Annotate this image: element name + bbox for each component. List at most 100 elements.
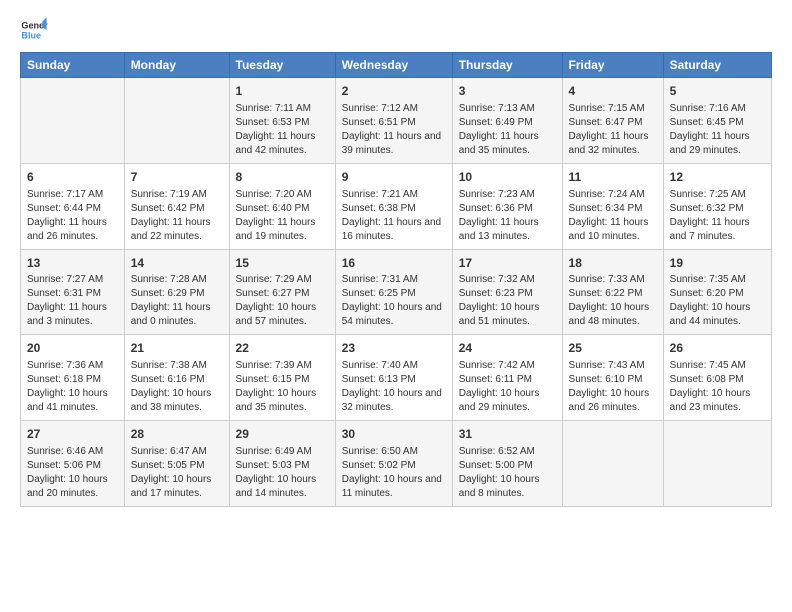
cell-content: Sunrise: 6:46 AM Sunset: 5:06 PM Dayligh… [27, 445, 118, 501]
day-number: 15 [236, 255, 329, 272]
day-number: 18 [569, 255, 657, 272]
calendar-cell: 18Sunrise: 7:33 AM Sunset: 6:22 PM Dayli… [562, 249, 663, 335]
calendar-cell: 28 Sunrise: 6:47 AM Sunset: 5:05 PM Dayli… [124, 421, 229, 507]
day-number: 16 [342, 255, 446, 272]
day-number: 6 [27, 169, 118, 186]
calendar-cell: 2 Sunrise: 7:12 AM Sunset: 6:51 PM Daylig… [335, 78, 452, 164]
day-header-friday: Friday [562, 53, 663, 78]
day-header-tuesday: Tuesday [229, 53, 335, 78]
calendar-cell: 6 Sunrise: 7:17 AM Sunset: 6:44 PM Daylig… [21, 163, 125, 249]
cell-content: Sunrise: 7:21 AM Sunset: 6:38 PM Dayligh… [342, 188, 446, 244]
day-number: 10 [459, 169, 556, 186]
cell-content: Sunrise: 7:39 AM Sunset: 6:15 PM Dayligh… [236, 359, 329, 415]
day-number: 25 [569, 340, 657, 357]
day-number: 5 [670, 83, 765, 100]
day-header-sunday: Sunday [21, 53, 125, 78]
calendar-cell: 19Sunrise: 7:35 AM Sunset: 6:20 PM Dayli… [663, 249, 771, 335]
cell-content: Sunrise: 7:38 AM Sunset: 6:16 PM Dayligh… [131, 359, 223, 415]
day-number: 13 [27, 255, 118, 272]
cell-content: Sunrise: 7:27 AM Sunset: 6:31 PM Dayligh… [27, 273, 118, 329]
logo: General Blue [20, 16, 50, 44]
calendar-cell: 30 Sunrise: 6:50 AM Sunset: 5:02 PM Dayli… [335, 421, 452, 507]
cell-content: Sunrise: 7:42 AM Sunset: 6:11 PM Dayligh… [459, 359, 556, 415]
calendar-table: SundayMondayTuesdayWednesdayThursdayFrid… [20, 52, 772, 507]
cell-content: Sunrise: 7:12 AM Sunset: 6:51 PM Dayligh… [342, 102, 446, 158]
cell-content: Sunrise: 6:52 AM Sunset: 5:00 PM Dayligh… [459, 445, 556, 501]
calendar-cell: 23Sunrise: 7:40 AM Sunset: 6:13 PM Dayli… [335, 335, 452, 421]
calendar-cell: 12 Sunrise: 7:25 AM Sunset: 6:32 PM Dayli… [663, 163, 771, 249]
day-number: 27 [27, 426, 118, 443]
calendar-cell: 4 Sunrise: 7:15 AM Sunset: 6:47 PM Daylig… [562, 78, 663, 164]
day-number: 19 [670, 255, 765, 272]
calendar-cell: 16Sunrise: 7:31 AM Sunset: 6:25 PM Dayli… [335, 249, 452, 335]
day-number: 12 [670, 169, 765, 186]
day-number: 29 [236, 426, 329, 443]
cell-content: Sunrise: 7:13 AM Sunset: 6:49 PM Dayligh… [459, 102, 556, 158]
calendar-cell [21, 78, 125, 164]
cell-content: Sunrise: 7:20 AM Sunset: 6:40 PM Dayligh… [236, 188, 329, 244]
day-number: 1 [236, 83, 329, 100]
day-header-saturday: Saturday [663, 53, 771, 78]
day-number: 8 [236, 169, 329, 186]
svg-text:Blue: Blue [21, 30, 41, 40]
day-number: 4 [569, 83, 657, 100]
cell-content: Sunrise: 7:29 AM Sunset: 6:27 PM Dayligh… [236, 273, 329, 329]
calendar-cell: 29 Sunrise: 6:49 AM Sunset: 5:03 PM Dayli… [229, 421, 335, 507]
calendar-cell: 22 Sunrise: 7:39 AM Sunset: 6:15 PM Dayli… [229, 335, 335, 421]
day-number: 24 [459, 340, 556, 357]
calendar-cell: 24 Sunrise: 7:42 AM Sunset: 6:11 PM Dayli… [452, 335, 562, 421]
cell-content: Sunrise: 6:49 AM Sunset: 5:03 PM Dayligh… [236, 445, 329, 501]
cell-content: Sunrise: 7:35 AM Sunset: 6:20 PM Dayligh… [670, 273, 765, 329]
day-number: 28 [131, 426, 223, 443]
cell-content: Sunrise: 7:45 AM Sunset: 6:08 PM Dayligh… [670, 359, 765, 415]
calendar-cell: 3Sunrise: 7:13 AM Sunset: 6:49 PM Daylig… [452, 78, 562, 164]
calendar-header-row: SundayMondayTuesdayWednesdayThursdayFrid… [21, 53, 772, 78]
calendar-cell: 25 Sunrise: 7:43 AM Sunset: 6:10 PM Dayli… [562, 335, 663, 421]
cell-content: Sunrise: 7:40 AM Sunset: 6:13 PM Dayligh… [342, 359, 446, 415]
day-number: 30 [342, 426, 446, 443]
calendar-cell: 7 Sunrise: 7:19 AM Sunset: 6:42 PM Daylig… [124, 163, 229, 249]
cell-content: Sunrise: 7:15 AM Sunset: 6:47 PM Dayligh… [569, 102, 657, 158]
calendar-cell: 21 Sunrise: 7:38 AM Sunset: 6:16 PM Dayli… [124, 335, 229, 421]
cell-content: Sunrise: 7:36 AM Sunset: 6:18 PM Dayligh… [27, 359, 118, 415]
calendar-cell [562, 421, 663, 507]
cell-content: Sunrise: 7:31 AM Sunset: 6:25 PM Dayligh… [342, 273, 446, 329]
cell-content: Sunrise: 7:25 AM Sunset: 6:32 PM Dayligh… [670, 188, 765, 244]
day-number: 22 [236, 340, 329, 357]
cell-content: Sunrise: 7:28 AM Sunset: 6:29 PM Dayligh… [131, 273, 223, 329]
cell-content: Sunrise: 7:19 AM Sunset: 6:42 PM Dayligh… [131, 188, 223, 244]
calendar-cell: 26Sunrise: 7:45 AM Sunset: 6:08 PM Dayli… [663, 335, 771, 421]
day-number: 21 [131, 340, 223, 357]
day-number: 7 [131, 169, 223, 186]
day-number: 14 [131, 255, 223, 272]
calendar-cell: 1 Sunrise: 7:11 AM Sunset: 6:53 PM Daylig… [229, 78, 335, 164]
cell-content: Sunrise: 7:17 AM Sunset: 6:44 PM Dayligh… [27, 188, 118, 244]
calendar-body: 1 Sunrise: 7:11 AM Sunset: 6:53 PM Daylig… [21, 78, 772, 507]
calendar-cell: 31Sunrise: 6:52 AM Sunset: 5:00 PM Dayli… [452, 421, 562, 507]
calendar-cell: 17Sunrise: 7:32 AM Sunset: 6:23 PM Dayli… [452, 249, 562, 335]
week-row-2: 6 Sunrise: 7:17 AM Sunset: 6:44 PM Daylig… [21, 163, 772, 249]
calendar-cell [124, 78, 229, 164]
day-number: 9 [342, 169, 446, 186]
cell-content: Sunrise: 7:32 AM Sunset: 6:23 PM Dayligh… [459, 273, 556, 329]
day-header-thursday: Thursday [452, 53, 562, 78]
calendar-cell: 15Sunrise: 7:29 AM Sunset: 6:27 PM Dayli… [229, 249, 335, 335]
cell-content: Sunrise: 7:11 AM Sunset: 6:53 PM Dayligh… [236, 102, 329, 158]
day-number: 20 [27, 340, 118, 357]
calendar-cell [663, 421, 771, 507]
calendar-cell: 8 Sunrise: 7:20 AM Sunset: 6:40 PM Daylig… [229, 163, 335, 249]
cell-content: Sunrise: 7:16 AM Sunset: 6:45 PM Dayligh… [670, 102, 765, 158]
cell-content: Sunrise: 7:43 AM Sunset: 6:10 PM Dayligh… [569, 359, 657, 415]
day-header-wednesday: Wednesday [335, 53, 452, 78]
calendar-cell: 9 Sunrise: 7:21 AM Sunset: 6:38 PM Daylig… [335, 163, 452, 249]
cell-content: Sunrise: 6:47 AM Sunset: 5:05 PM Dayligh… [131, 445, 223, 501]
cell-content: Sunrise: 7:24 AM Sunset: 6:34 PM Dayligh… [569, 188, 657, 244]
calendar-cell: 20 Sunrise: 7:36 AM Sunset: 6:18 PM Dayli… [21, 335, 125, 421]
calendar-cell: 27 Sunrise: 6:46 AM Sunset: 5:06 PM Dayli… [21, 421, 125, 507]
week-row-3: 13Sunrise: 7:27 AM Sunset: 6:31 PM Dayli… [21, 249, 772, 335]
cell-content: Sunrise: 7:23 AM Sunset: 6:36 PM Dayligh… [459, 188, 556, 244]
week-row-4: 20 Sunrise: 7:36 AM Sunset: 6:18 PM Dayli… [21, 335, 772, 421]
cell-content: Sunrise: 6:50 AM Sunset: 5:02 PM Dayligh… [342, 445, 446, 501]
day-number: 2 [342, 83, 446, 100]
calendar-cell: 14Sunrise: 7:28 AM Sunset: 6:29 PM Dayli… [124, 249, 229, 335]
